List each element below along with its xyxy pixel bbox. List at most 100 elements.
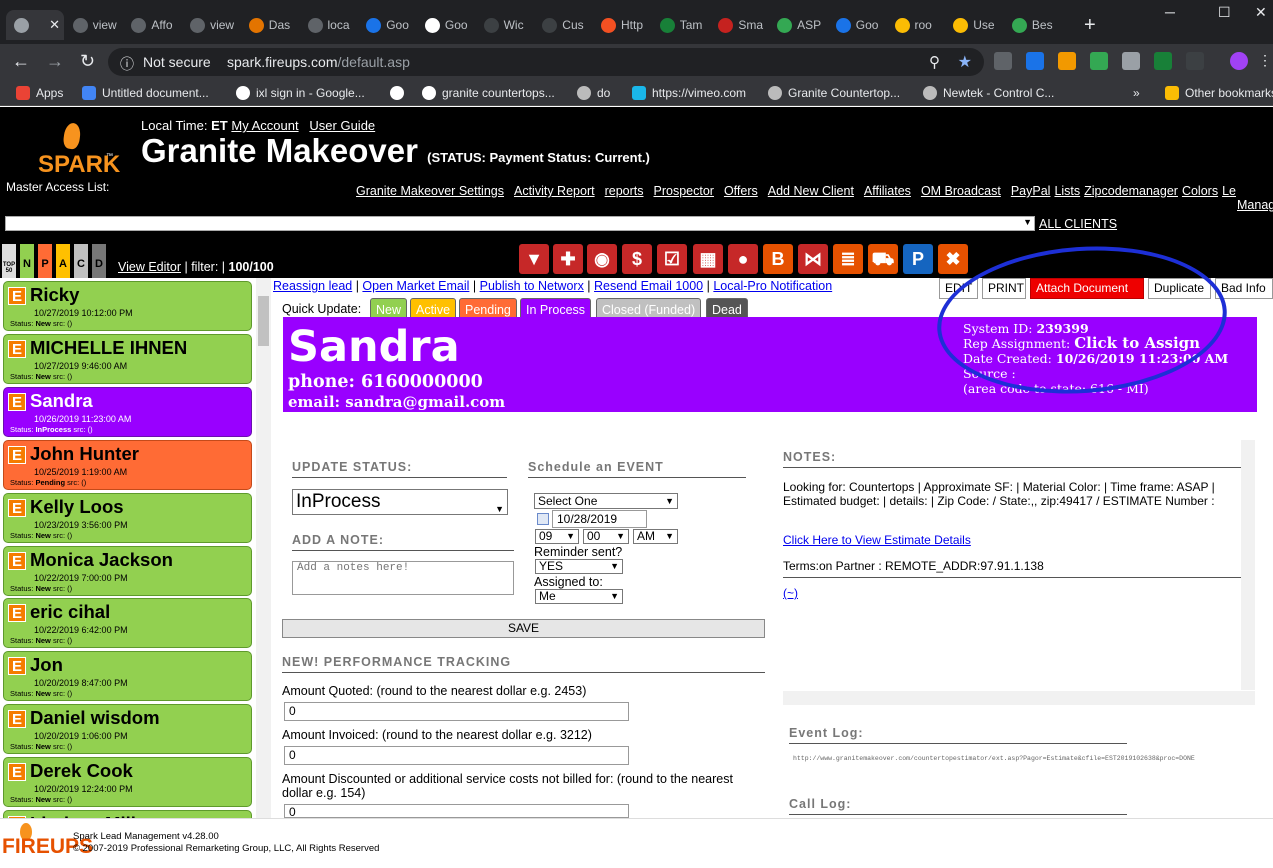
filter-new[interactable]: N [20, 244, 34, 278]
lead-card[interactable]: E Derek Cook 10/20/2019 12:24:00 PM Status:… [3, 757, 252, 808]
browser-tab-5[interactable]: loca [300, 10, 358, 40]
lead-card[interactable]: Eeric cihal 10/22/2019 6:42:00 PM Status: … [3, 598, 252, 649]
browser-tab-1[interactable]: view [65, 10, 123, 40]
nav-link-manag[interactable]: Manag [1237, 198, 1273, 212]
extension-icon-7[interactable] [1186, 52, 1204, 70]
browser-tab-14[interactable]: Goo [828, 10, 886, 40]
lead-card[interactable]: E Jon 10/20/2019 8:47:00 PM Status: New src… [3, 651, 252, 702]
bookmark-vimeo[interactable]: https://vimeo.com [632, 86, 746, 100]
browser-tab-4[interactable]: Das [241, 10, 299, 40]
browser-tab-6[interactable]: Goo [358, 10, 416, 40]
amount-invoiced-input[interactable]: 0 [284, 746, 629, 765]
ampm-select[interactable]: AM ▼ [633, 529, 678, 544]
estimate-details-link[interactable]: Click Here to View Estimate Details [783, 533, 971, 547]
filter-dead[interactable]: D [92, 244, 106, 278]
e-badge-icon[interactable]: E [8, 287, 26, 305]
browser-tab-11[interactable]: Tam [652, 10, 710, 40]
lead-card[interactable]: E Daniel wisdom 10/20/2019 1:06:00 PM Statu… [3, 704, 252, 755]
browser-tab-17[interactable]: Bes [1004, 10, 1062, 40]
bookmark-ixl[interactable]: ixl sign in - Google... [236, 86, 365, 100]
lead-card[interactable]: E John Hunter 10/25/2019 1:19:00 AM Status:… [3, 439, 252, 490]
close-window-icon[interactable]: ✕ [1255, 4, 1267, 21]
scrollbar-thumb[interactable] [258, 296, 269, 346]
status-select[interactable]: InProcess ▼ [292, 489, 508, 515]
browser-tab-13[interactable]: ASP [769, 10, 827, 40]
action-link-2[interactable]: Publish to Networx [480, 279, 584, 293]
nav-link-8[interactable]: PayPal [1011, 184, 1051, 198]
event-type-select[interactable]: Select One ▼ [534, 493, 678, 509]
lead-card-name[interactable]: Derek Cook [30, 760, 133, 782]
checkbox-icon[interactable]: ☑ [657, 244, 687, 274]
forklift-icon[interactable]: ⛟ [868, 244, 898, 274]
bad-info-button[interactable]: Bad Info [1215, 278, 1273, 299]
event-date-input[interactable]: 10/28/2019 [552, 510, 647, 528]
extension-icon-1[interactable] [994, 52, 1012, 70]
plus-icon[interactable]: ✚ [553, 244, 583, 274]
e-badge-icon[interactable]: E [8, 657, 26, 676]
attach-document-button[interactable]: Attach Document [1030, 278, 1144, 299]
user-guide-link[interactable]: User Guide [309, 118, 375, 133]
lead-list-scrollbar[interactable] [256, 278, 271, 818]
lead-card-name[interactable]: John Hunter [30, 443, 139, 465]
lead-card[interactable]: E Sandra 10/26/2019 11:23:00 AM Status: InP… [3, 386, 252, 437]
minute-select[interactable]: 00 ▼ [583, 529, 629, 544]
e-badge-icon[interactable]: E [8, 445, 26, 464]
extension-icon-5[interactable] [1122, 52, 1140, 70]
bowtie-icon[interactable]: ⋈ [798, 244, 828, 274]
menu-kebab-icon[interactable]: ⋮ [1258, 52, 1272, 69]
nav-link-11[interactable]: Colors [1182, 184, 1218, 198]
reload-icon[interactable]: ↻ [80, 51, 95, 72]
lead-card-name[interactable]: Monica Jackson [30, 549, 173, 571]
e-badge-icon[interactable]: E [8, 710, 26, 729]
bookmark-do[interactable]: do [577, 86, 610, 100]
browser-tab-10[interactable]: Http [593, 10, 651, 40]
lead-card-name[interactable]: MICHELLE IHNEN [30, 337, 187, 359]
list-icon[interactable]: ≣ [833, 244, 863, 274]
paypal-icon[interactable]: P [903, 244, 933, 274]
x-icon[interactable]: ✖ [938, 244, 968, 274]
back-icon[interactable]: ← [12, 51, 30, 72]
print-button[interactable]: PRINT [982, 278, 1026, 299]
calendar-icon[interactable] [537, 513, 549, 525]
lead-card-name[interactable]: Jon [30, 654, 63, 676]
bookmark-newtek[interactable]: Newtek - Control C... [923, 86, 1054, 100]
bookmark-untitled[interactable]: Untitled document... [82, 86, 209, 100]
browser-tab-7[interactable]: Goo [417, 10, 475, 40]
extension-icon-2[interactable] [1026, 52, 1044, 70]
view-editor-link[interactable]: View Editor [118, 260, 181, 274]
client-select[interactable]: ▼ [5, 216, 1035, 231]
edit-button[interactable]: EDIT [939, 278, 978, 299]
bookmark-granite[interactable]: granite countertops... [422, 86, 555, 100]
notes-expand-link[interactable]: (~) [783, 586, 798, 600]
dollar-estimates-icon[interactable]: $ [622, 244, 652, 274]
extension-icon-3[interactable] [1058, 52, 1076, 70]
grid-icon[interactable]: ▦ [693, 244, 723, 274]
user-icon[interactable]: ● [728, 244, 758, 274]
filter-closed[interactable]: C [74, 244, 88, 278]
notes-horizontal-scrollbar[interactable] [783, 691, 1255, 705]
nav-link-9[interactable]: Lists [1054, 184, 1080, 198]
hour-select[interactable]: 09 ▼ [535, 529, 579, 544]
save-button[interactable]: SAVE [282, 619, 765, 638]
action-link-0[interactable]: Reassign lead [273, 279, 352, 293]
new-tab-button[interactable]: + [1084, 14, 1096, 37]
bookmark-other[interactable]: Other bookmarks [1165, 86, 1273, 100]
amount-quoted-input[interactable]: 0 [284, 702, 629, 721]
address-bar[interactable]: ⓘ Not secure spark.fireups.com/default.a… [108, 48, 984, 76]
nav-link-0[interactable]: Granite Makeover Settings [356, 184, 504, 198]
nav-link-1[interactable]: Activity Report [514, 184, 595, 198]
minimize-icon[interactable]: ─ [1165, 4, 1175, 20]
bookmark-granite-countertop[interactable]: Granite Countertop... [768, 86, 900, 100]
e-badge-icon[interactable]: E [8, 763, 26, 782]
bookmark-apps[interactable]: Apps [16, 86, 63, 100]
nav-link-12[interactable]: Le [1222, 184, 1236, 198]
e-badge-icon[interactable]: E [8, 339, 26, 358]
e-badge-icon[interactable]: E [8, 551, 26, 570]
notes-vertical-scrollbar[interactable] [1241, 440, 1255, 690]
filter-active[interactable]: A [56, 244, 70, 278]
rep-assign-link[interactable]: Click to Assign [1074, 334, 1200, 352]
nav-link-6[interactable]: Affiliates [864, 184, 911, 198]
close-tab-icon[interactable]: ✕ [49, 17, 60, 33]
nav-link-10[interactable]: Zipcodemanager [1084, 184, 1178, 198]
browser-tab-9[interactable]: Cus [534, 10, 592, 40]
